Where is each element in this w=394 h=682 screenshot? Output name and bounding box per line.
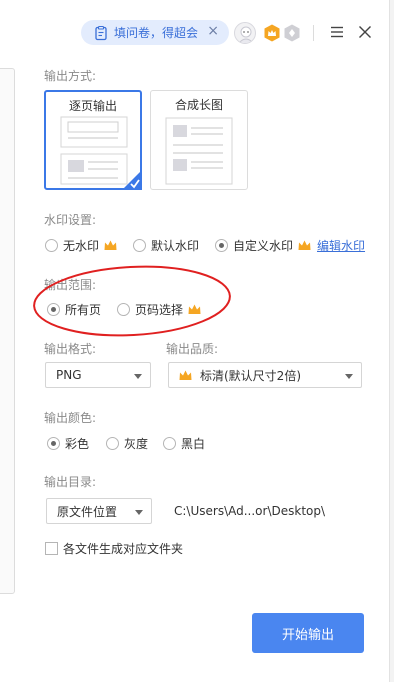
label-gray: 灰度: [124, 437, 149, 451]
radio-default-watermark[interactable]: [133, 239, 146, 252]
vip-crown-badge-icon[interactable]: [264, 24, 280, 42]
crown-icon: [188, 304, 201, 314]
label-no-watermark: 无水印: [63, 239, 100, 253]
subfolder-label: 各文件生成对应文件夹: [63, 542, 184, 556]
crown-icon: [104, 240, 117, 250]
file-list-panel: [0, 68, 15, 594]
survey-label: 填问卷，得超会: [114, 26, 199, 40]
survey-close-icon[interactable]: ×: [207, 23, 219, 39]
window-right-edge: [389, 0, 394, 682]
color-option-color[interactable]: 彩色: [47, 435, 89, 452]
subfolder-checkbox[interactable]: [45, 542, 58, 555]
menu-icon[interactable]: [329, 24, 345, 40]
toolbar-divider: [313, 25, 314, 41]
watermark-option-none[interactable]: 无水印: [45, 237, 117, 254]
radio-custom-watermark[interactable]: [215, 239, 228, 252]
avatar-image: [238, 26, 254, 43]
survey-banner[interactable]: 填问卷，得超会 ×: [81, 20, 229, 45]
label-color: 彩色: [65, 437, 90, 451]
chevron-down-icon: [134, 374, 142, 379]
output-mode-title: 输出方式:: [44, 69, 97, 83]
color-option-bw[interactable]: 黑白: [163, 435, 205, 452]
svip-badge-icon[interactable]: [284, 24, 300, 42]
chevron-down-icon: [135, 510, 143, 515]
output-path: C:\Users\Ad...or\Desktop\: [174, 504, 326, 518]
close-icon[interactable]: [356, 23, 374, 41]
avatar[interactable]: [234, 22, 256, 44]
selected-check-icon: [122, 170, 142, 190]
format-select[interactable]: PNG: [45, 362, 151, 388]
mode-card-per-page[interactable]: 逐页输出: [44, 90, 142, 190]
start-export-button[interactable]: 开始输出: [252, 613, 364, 653]
color-title: 输出颜色:: [44, 411, 97, 425]
color-option-gray[interactable]: 灰度: [106, 435, 148, 452]
directory-title: 输出目录:: [44, 475, 97, 489]
clipboard-icon: [95, 25, 107, 40]
directory-select-value: 原文件位置: [57, 504, 118, 519]
chevron-down-icon: [345, 374, 353, 379]
directory-select[interactable]: 原文件位置: [46, 498, 152, 524]
radio-all-pages[interactable]: [47, 303, 60, 316]
quality-value: 标清(默认尺寸2倍): [200, 368, 301, 383]
quality-select[interactable]: 标清(默认尺寸2倍): [168, 362, 362, 388]
crown-icon: [298, 240, 311, 250]
radio-page-select[interactable]: [117, 303, 130, 316]
label-page-select: 页码选择: [135, 303, 184, 317]
mode-label-per-page: 逐页输出: [68, 99, 117, 113]
per-page-preview-icon: [60, 116, 128, 185]
format-value: PNG: [56, 368, 82, 382]
watermark-option-default[interactable]: 默认水印: [133, 237, 199, 254]
edit-watermark-link[interactable]: 编辑水印: [317, 237, 365, 254]
range-option-select[interactable]: 页码选择: [117, 301, 201, 318]
label-default-watermark: 默认水印: [151, 239, 200, 253]
crown-icon: [179, 370, 192, 380]
radio-gray[interactable]: [106, 437, 119, 450]
range-option-all[interactable]: 所有页: [47, 301, 101, 318]
subfolder-option[interactable]: 各文件生成对应文件夹: [45, 540, 183, 557]
watermark-option-custom[interactable]: 自定义水印 编辑水印: [215, 237, 365, 254]
title-bar: 填问卷，得超会 ×: [0, 0, 394, 64]
watermark-title: 水印设置:: [44, 213, 97, 227]
label-all-pages: 所有页: [65, 303, 102, 317]
format-title: 输出格式:: [44, 342, 97, 356]
range-title: 输出范围:: [44, 278, 97, 292]
radio-no-watermark[interactable]: [45, 239, 58, 252]
label-custom-watermark: 自定义水印: [233, 239, 294, 253]
radio-color[interactable]: [47, 437, 60, 450]
label-bw: 黑白: [181, 437, 206, 451]
mode-card-long-image[interactable]: 合成长图: [150, 90, 248, 190]
radio-bw[interactable]: [163, 437, 176, 450]
mode-label-long-image: 合成长图: [174, 98, 223, 112]
long-image-preview-icon: [165, 117, 233, 185]
quality-title: 输出品质:: [166, 342, 219, 356]
